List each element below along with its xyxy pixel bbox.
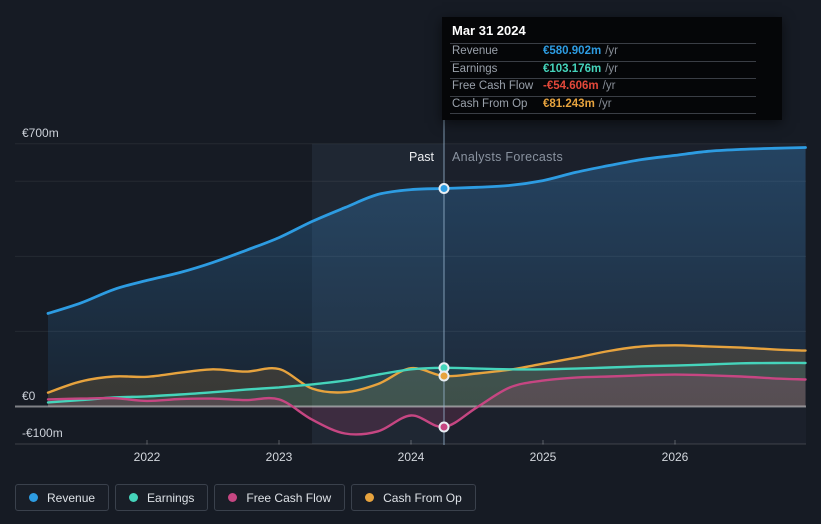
tooltip-row-free-cash-flow: Free Cash Flow -€54.606m/yr [442,78,782,96]
y-axis-label: €700m [22,125,59,140]
tooltip-suffix: /yr [605,62,618,75]
earnings-dot-icon [129,493,139,502]
cash-from-op-dot-icon [365,493,375,502]
revenue-dot-icon [29,493,38,502]
legend-item-label: Revenue [47,490,96,505]
tooltip-suffix: /yr [598,97,612,110]
legend-item-revenue[interactable]: Revenue [15,484,110,511]
tooltip-value: €580.902m [543,45,602,57]
x-axis-label: 2022 [133,450,161,464]
y-axis-label: -€100m [22,426,63,440]
tooltip-row-revenue: Revenue €580.902m/yr [442,43,782,61]
tooltip-label: Earnings [452,62,498,75]
legend: Revenue Earnings Free Cash Flow Cash Fro… [15,484,476,511]
legend-item-label: Earnings [147,490,195,505]
legend-item-label: Free Cash Flow [246,490,332,505]
x-axis-label: 2025 [529,450,557,464]
legend-item-free-cash-flow[interactable]: Free Cash Flow [214,484,346,511]
tooltip-date: Mar 31 2024 [452,23,526,38]
tooltip-label: Free Cash Flow [452,80,534,92]
free-cash-flow-dot-icon [228,493,238,502]
tooltip-label: Cash From Op [452,97,528,110]
x-axis-label: 2023 [265,450,293,464]
legend-item-cash-from-op[interactable]: Cash From Op [351,484,476,511]
legend-item-label: Cash From Op [383,490,462,505]
marker-revenue [438,183,450,194]
marker-cash-from-op [438,370,450,382]
tooltip-value: €103.176m [543,62,602,75]
forecast-region-label: Analysts Forecasts [452,150,563,164]
tooltip-value: -€54.606m [543,80,599,92]
past-region-label: Past [408,150,434,164]
x-axis-label: 2024 [397,450,425,464]
earnings-revenue-forecast-panel: €700m €0 -€100m 2022 2023 2024 2025 2026 Past A… [0,0,821,524]
marker-free-cash-flow [438,421,450,433]
legend-item-earnings[interactable]: Earnings [115,484,209,511]
tooltip-row-earnings: Earnings €103.176m/yr [442,60,782,79]
tooltip-label: Revenue [452,45,499,57]
tooltip-value: €81.243m [543,97,595,110]
y-axis-label: €0 [22,388,36,403]
tooltip-suffix: /yr [605,45,618,57]
chart-tooltip: Mar 31 2024 Revenue €580.902m/yr Earnings… [442,17,782,120]
tooltip-suffix: /yr [602,80,616,92]
tooltip-row-cash-from-op: Cash From Op €81.243m/yr [442,95,782,114]
x-axis-label: 2026 [661,450,689,464]
